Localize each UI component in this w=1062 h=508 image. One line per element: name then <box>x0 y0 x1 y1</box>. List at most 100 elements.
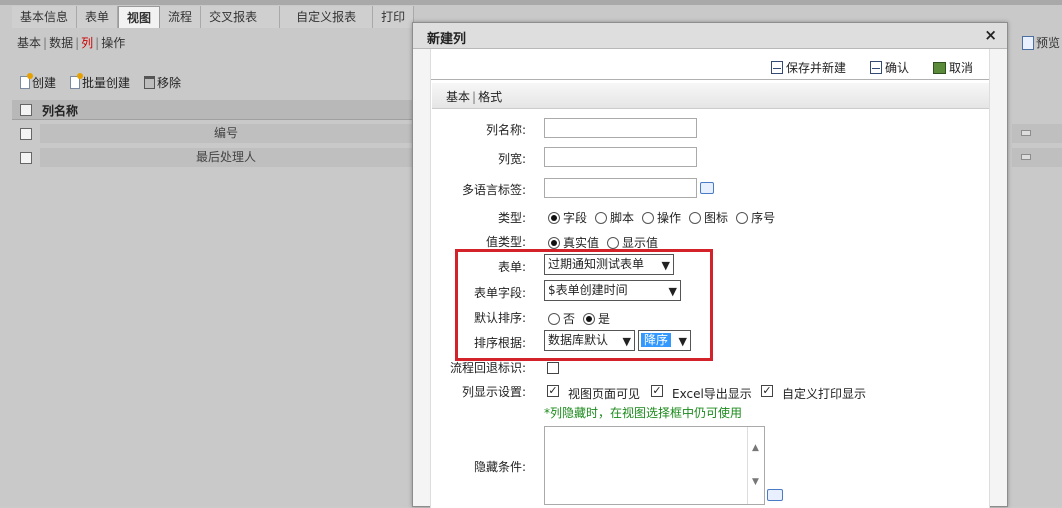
remove-button[interactable]: 移除 <box>144 74 181 91</box>
row-checkbox[interactable] <box>20 128 32 140</box>
excel-export-checkbox[interactable]: ✓ <box>651 385 663 397</box>
col-width-label: 列宽: <box>497 152 526 166</box>
radio[interactable] <box>607 236 620 249</box>
view-visible-label: 视图页面可见 <box>568 387 641 401</box>
close-icon[interactable]: × <box>984 26 997 44</box>
cancel-button[interactable]: 取消 <box>932 59 973 76</box>
tab-format[interactable]: 格式 <box>478 90 502 104</box>
subtab-column[interactable]: 列 <box>81 36 93 50</box>
row-edge-cell <box>1012 148 1062 167</box>
col-name-input[interactable] <box>544 118 697 138</box>
type-option-field[interactable]: 字段 <box>548 209 587 226</box>
tab-form[interactable]: 表单 <box>77 6 119 28</box>
radio[interactable] <box>548 236 560 249</box>
save-icon <box>869 61 882 74</box>
top-strip <box>0 0 1062 5</box>
batch-create-button[interactable]: 批量创建 <box>70 73 131 91</box>
type-option-seq[interactable]: 序号 <box>736 209 775 226</box>
tab-print[interactable]: 打印 <box>373 6 415 28</box>
row-cell: 编号 <box>40 124 412 143</box>
multilang-input[interactable] <box>544 178 697 198</box>
option-label: 脚本 <box>610 211 635 225</box>
tab-basic[interactable]: 基本 <box>446 90 470 104</box>
radio[interactable] <box>689 211 702 224</box>
grid-header: 列名称 <box>12 100 412 120</box>
remove-label: 移除 <box>157 76 182 90</box>
tab-custom-report[interactable]: 自定义报表 <box>280 6 374 28</box>
radio[interactable] <box>595 211 608 224</box>
confirm-label: 确认 <box>884 61 909 75</box>
type-option-icon[interactable]: 图标 <box>689 209 728 226</box>
type-label: 类型: <box>497 211 526 225</box>
option-label: 图标 <box>704 211 729 225</box>
value-type-label: 值类型: <box>485 235 526 249</box>
create-button[interactable]: 创建 <box>20 73 57 91</box>
confirm-button[interactable]: 确认 <box>869 59 909 76</box>
radio[interactable] <box>548 211 560 224</box>
option-label: 序号 <box>751 211 776 225</box>
radio[interactable] <box>642 211 655 224</box>
column-name-header: 列名称 <box>42 104 79 118</box>
scroll-down-icon[interactable]: ▼ <box>752 477 759 487</box>
dialog-actions: 保存并新建 确认 取消 <box>770 59 973 76</box>
tab-cross-report[interactable]: 交叉报表 <box>201 6 281 28</box>
preview-button[interactable]: 预览 <box>1022 34 1060 51</box>
table-row[interactable]: 编号 <box>12 122 412 144</box>
save-icon <box>770 61 783 74</box>
main-tabs: 基本信息 表单 视图 流程 交叉报表 自定义报表 打印 <box>12 6 415 28</box>
scrollbar[interactable]: ▲ ▼ <box>747 427 764 504</box>
col-name-label: 列名称: <box>485 123 526 137</box>
radio[interactable] <box>736 211 749 224</box>
scroll-up-icon[interactable]: ▲ <box>752 443 759 453</box>
option-label: 字段 <box>563 211 588 225</box>
excel-export-label: Excel导出显示 <box>672 387 752 401</box>
preview-icon <box>1022 35 1034 50</box>
hidden-hint: *列隐藏时，在视图选择框中仍可使用 <box>544 406 743 420</box>
tab-view[interactable]: 视图 <box>118 6 161 28</box>
divider <box>431 79 989 80</box>
select-all-checkbox[interactable] <box>20 104 32 116</box>
grid-toolbar: 创建 批量创建 移除 <box>20 73 181 91</box>
custom-print-checkbox[interactable]: ✓ <box>761 385 773 397</box>
edit-multilang-icon[interactable] <box>700 182 714 194</box>
envelope-icon[interactable] <box>1021 154 1031 160</box>
cancel-icon <box>932 61 946 74</box>
view-visible-checkbox[interactable]: ✓ <box>547 385 559 397</box>
expression-editor-icon[interactable] <box>767 489 783 501</box>
sub-tabs: 基本 | 数据 | 列 | 操作 <box>17 36 126 50</box>
envelope-icon[interactable] <box>1021 130 1031 136</box>
subtab-operation[interactable]: 操作 <box>101 36 125 50</box>
type-option-operation[interactable]: 操作 <box>642 209 681 226</box>
row-cell: 最后处理人 <box>40 148 412 167</box>
highlight-box <box>455 249 713 361</box>
new-doc-icon <box>70 73 84 89</box>
batch-create-label: 批量创建 <box>82 76 131 90</box>
tab-flow[interactable]: 流程 <box>160 6 202 28</box>
type-radio-group: 字段 脚本 操作 图标 序号 <box>548 209 783 226</box>
row-checkbox[interactable] <box>20 152 32 164</box>
table-row[interactable]: 最后处理人 <box>12 146 412 168</box>
hide-condition-textarea[interactable]: ▲ ▼ <box>544 426 765 505</box>
preview-label: 预览 <box>1036 36 1061 50</box>
multilang-label: 多语言标签: <box>461 183 526 197</box>
row-edge-cell <box>1012 124 1062 143</box>
save-and-new-button[interactable]: 保存并新建 <box>770 59 846 76</box>
dialog-title: 新建列 <box>427 32 467 47</box>
dialog-titlebar: 新建列 × <box>413 23 1007 49</box>
save-and-new-label: 保存并新建 <box>785 61 846 75</box>
create-label: 创建 <box>32 76 57 90</box>
flow-back-label: 流程回退标识: <box>449 361 526 375</box>
new-doc-icon <box>20 73 33 89</box>
type-option-script[interactable]: 脚本 <box>595 209 634 226</box>
cancel-label: 取消 <box>948 61 973 75</box>
option-label: 操作 <box>657 211 682 225</box>
tab-basic-info[interactable]: 基本信息 <box>12 6 78 28</box>
hide-condition-label: 隐藏条件: <box>473 460 526 474</box>
flow-back-checkbox[interactable] <box>547 362 559 374</box>
subtab-basic[interactable]: 基本 <box>17 36 41 50</box>
display-settings-label: 列显示设置: <box>461 385 526 399</box>
custom-print-label: 自定义打印显示 <box>782 387 867 401</box>
col-width-input[interactable] <box>544 147 697 167</box>
trash-icon <box>144 76 156 89</box>
subtab-data[interactable]: 数据 <box>49 36 73 50</box>
